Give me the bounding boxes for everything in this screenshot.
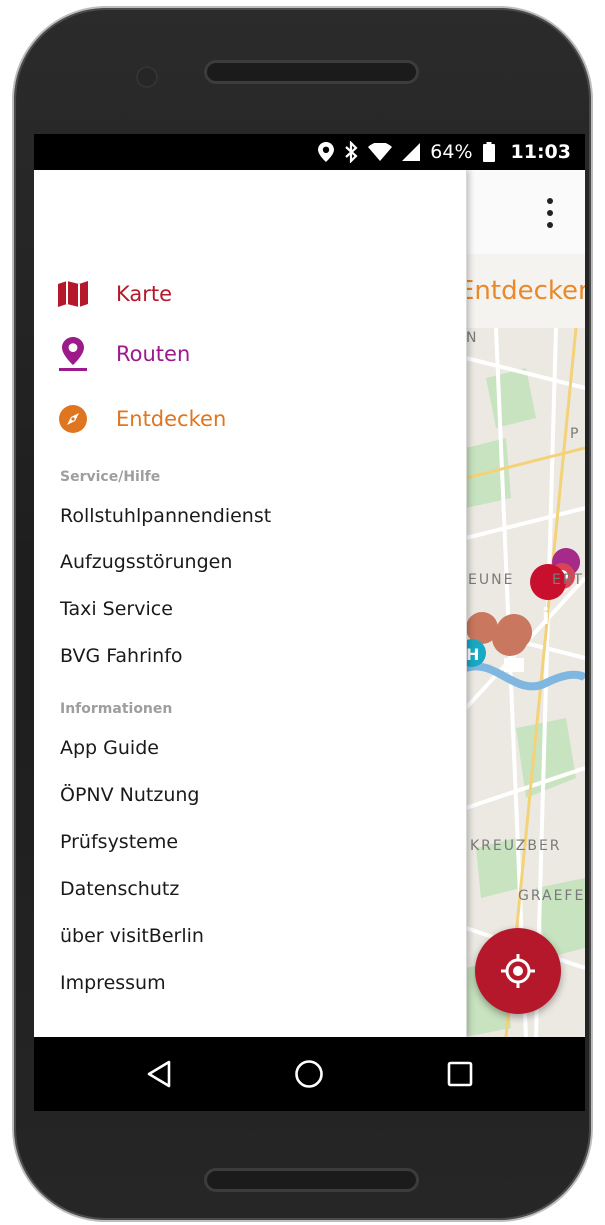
signal-icon bbox=[402, 143, 421, 161]
nav-item-karte[interactable]: Karte bbox=[58, 274, 172, 314]
system-navigation-bar bbox=[34, 1037, 585, 1111]
top-speaker bbox=[204, 60, 419, 84]
page-title: Entdecken bbox=[458, 276, 585, 306]
battery-icon bbox=[482, 142, 495, 162]
map-label: EUNE bbox=[468, 572, 515, 588]
nav-item-entdecken[interactable]: Entdecken bbox=[58, 399, 226, 439]
home-icon bbox=[295, 1060, 324, 1088]
nav-item-routen[interactable]: Routen bbox=[58, 334, 190, 374]
menu-item-datenschutz[interactable]: Datenschutz bbox=[60, 878, 179, 900]
more-vert-icon[interactable] bbox=[542, 198, 558, 228]
menu-item-pruefsysteme[interactable]: Prüfsysteme bbox=[60, 831, 178, 853]
bottom-speaker bbox=[204, 1168, 419, 1192]
bluetooth-icon bbox=[344, 141, 358, 163]
menu-item-oepnv-nutzung[interactable]: ÖPNV Nutzung bbox=[60, 784, 200, 806]
my-location-button[interactable] bbox=[475, 928, 561, 1014]
svg-text:i: i bbox=[542, 605, 550, 630]
location-pin-icon bbox=[318, 142, 335, 162]
menu-item-aufzugsstoerungen[interactable]: Aufzugsstörungen bbox=[60, 551, 232, 573]
recents-button[interactable] bbox=[440, 1054, 480, 1094]
compass-icon bbox=[58, 404, 88, 434]
map-label: KREUZBER bbox=[470, 838, 562, 854]
battery-percent: 64% bbox=[430, 141, 473, 163]
menu-item-rollstuhlpannendienst[interactable]: Rollstuhlpannendienst bbox=[60, 505, 271, 527]
nav-item-label: Entdecken bbox=[116, 407, 227, 431]
section-title-informationen: Informationen bbox=[60, 701, 173, 717]
my-location-icon bbox=[501, 954, 535, 988]
route-pin-icon bbox=[58, 337, 88, 371]
back-icon bbox=[147, 1060, 171, 1088]
recents-icon bbox=[447, 1061, 473, 1087]
map-label: N bbox=[466, 330, 479, 346]
menu-item-app-guide[interactable]: App Guide bbox=[60, 737, 159, 759]
menu-item-bvg-fahrinfo[interactable]: BVG Fahrinfo bbox=[60, 645, 183, 667]
map-label: ERT bbox=[552, 572, 585, 588]
front-camera bbox=[136, 66, 158, 88]
nav-item-label: Karte bbox=[116, 282, 173, 306]
home-button[interactable] bbox=[289, 1054, 329, 1094]
map-icon bbox=[58, 279, 88, 309]
clock: 11:03 bbox=[510, 141, 571, 163]
back-button[interactable] bbox=[139, 1054, 179, 1094]
map-label: GRAEFE bbox=[518, 888, 585, 904]
nav-item-label: Routen bbox=[116, 342, 191, 366]
status-bar: 64% 11:03 bbox=[34, 134, 585, 170]
map-label: P bbox=[570, 426, 581, 442]
section-title-service: Service/Hilfe bbox=[60, 469, 161, 485]
screen: 64% 11:03 Entdecken i H N P EUNE ERT KRE… bbox=[34, 134, 585, 1111]
menu-item-ueber-visitberlin[interactable]: über visitBerlin bbox=[60, 925, 204, 947]
navigation-drawer: Karte Routen Entdecken Service/Hilfe Rol… bbox=[34, 170, 467, 1037]
wifi-icon bbox=[368, 143, 393, 161]
svg-text:H: H bbox=[466, 645, 479, 664]
menu-item-impressum[interactable]: Impressum bbox=[60, 972, 166, 994]
menu-item-taxi-service[interactable]: Taxi Service bbox=[60, 598, 173, 620]
